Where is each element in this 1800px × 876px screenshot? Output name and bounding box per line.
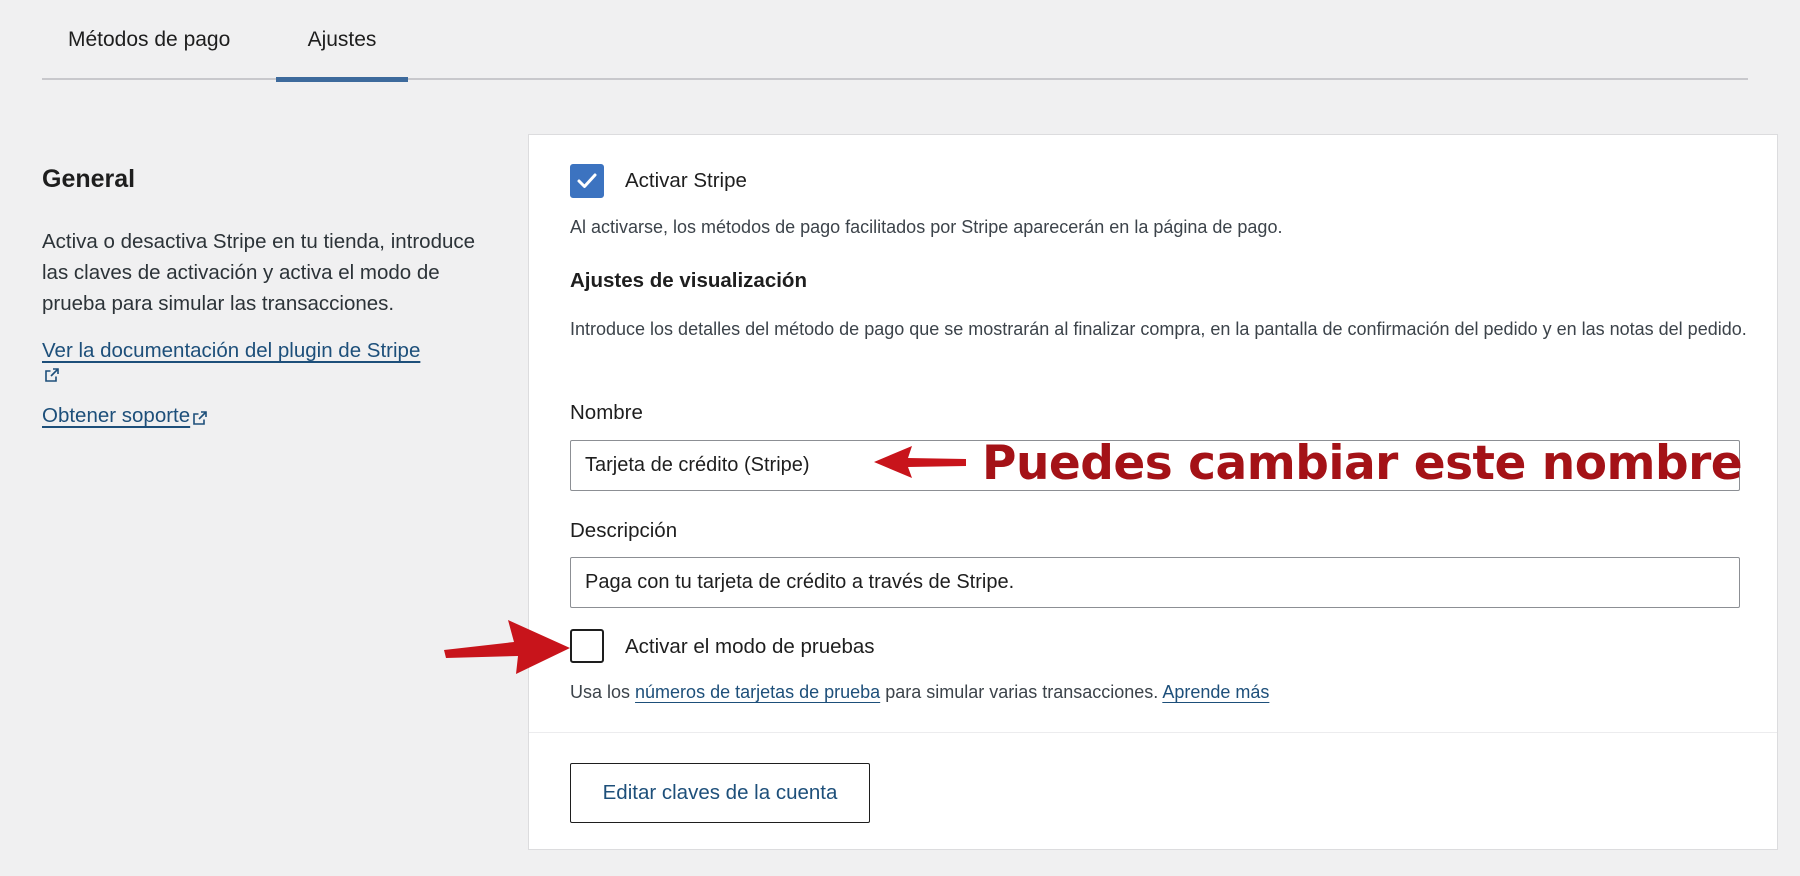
enable-stripe-label: Activar Stripe bbox=[625, 169, 747, 192]
test-mode-checkbox[interactable] bbox=[570, 629, 604, 663]
annotation-arrow-left-icon bbox=[874, 446, 966, 478]
test-card-numbers-link[interactable]: números de tarjetas de prueba bbox=[635, 682, 880, 702]
test-mode-help-prefix: Usa los bbox=[570, 682, 636, 702]
annotation-arrow-right-icon bbox=[444, 620, 570, 674]
external-link-icon bbox=[192, 410, 208, 426]
stripe-docs-link[interactable]: Ver la documentación del plugin de Strip… bbox=[42, 335, 420, 366]
external-link-icon bbox=[44, 367, 60, 383]
settings-card: Activar Stripe Al activarse, los métodos… bbox=[528, 134, 1778, 850]
tab-payment-methods[interactable]: Métodos de pago bbox=[68, 0, 238, 80]
description-field-label: Descripción bbox=[570, 519, 678, 542]
stripe-docs-link-label: Ver la documentación del plugin de Strip… bbox=[42, 339, 421, 362]
annotation-text: Puedes cambiar este nombre bbox=[982, 436, 1743, 491]
edit-account-keys-button[interactable]: Editar claves de la cuenta bbox=[570, 763, 870, 823]
general-section-info: General Activa o desactiva Stripe en tu … bbox=[42, 165, 482, 431]
description-input[interactable] bbox=[570, 557, 1740, 608]
test-mode-help-middle: para simular varias transacciones. bbox=[880, 682, 1163, 702]
section-title-general: General bbox=[42, 165, 136, 193]
get-support-link[interactable]: Obtener soporte bbox=[42, 400, 190, 431]
general-description: Activa o desactiva Stripe en tu tienda, … bbox=[42, 230, 476, 315]
display-settings-title: Ajustes de visualización bbox=[570, 269, 807, 292]
name-field-label: Nombre bbox=[570, 401, 643, 424]
enable-stripe-checkbox[interactable] bbox=[570, 164, 604, 198]
get-support-link-label: Obtener soporte bbox=[42, 404, 191, 427]
learn-more-link[interactable]: Aprende más bbox=[1162, 682, 1269, 702]
test-mode-help: Usa los números de tarjetas de prueba pa… bbox=[570, 682, 1269, 703]
checkmark-icon bbox=[577, 173, 597, 188]
stripe-settings-page: Métodos de pago Ajustes General Activa o… bbox=[0, 0, 1800, 876]
tab-settings[interactable]: Ajustes bbox=[276, 0, 408, 82]
card-divider bbox=[529, 732, 1777, 733]
tab-bar: Métodos de pago Ajustes bbox=[42, 0, 1748, 82]
test-mode-label: Activar el modo de pruebas bbox=[625, 635, 875, 658]
enable-stripe-help: Al activarse, los métodos de pago facili… bbox=[570, 217, 1283, 237]
display-settings-description: Introduce los detalles del método de pag… bbox=[570, 319, 1747, 339]
